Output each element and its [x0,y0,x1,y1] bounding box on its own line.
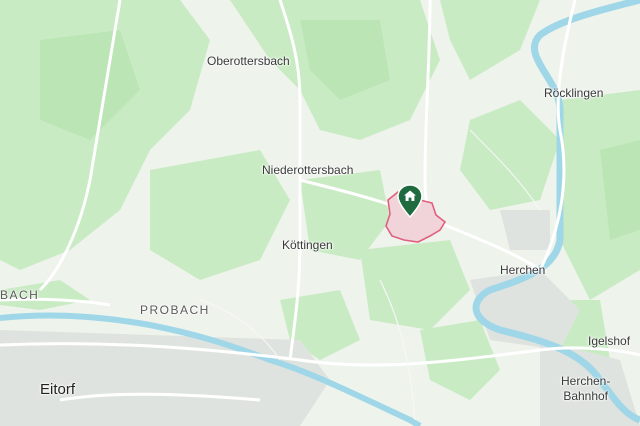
place-label-herchen-bahnhof-line2: Bahnhof [563,389,609,403]
map-base-layer [0,0,640,426]
map-canvas[interactable]: Oberottersbach Niederottersbach Köttinge… [0,0,640,426]
place-label-herchen-bahnhof-line1: Herchen- [561,374,611,388]
place-label-niederottersbach: Niederottersbach [262,163,354,177]
home-icon [397,184,423,219]
region-label-probach: PROBACH [140,303,210,317]
place-label-herchen-bahnhof: Herchen- Bahnhof [561,374,610,404]
region-label-bach: BACH [0,288,40,302]
place-label-herchen: Herchen [500,263,546,277]
place-label-koettingen: Köttingen [282,238,333,252]
place-label-oberottersbach: Oberottersbach [207,54,290,68]
place-label-eitorf: Eitorf [40,381,76,398]
location-marker[interactable] [396,184,424,219]
place-label-igelshof: Igelshof [588,334,631,348]
place-label-roecklingen: Röcklingen [544,86,604,100]
